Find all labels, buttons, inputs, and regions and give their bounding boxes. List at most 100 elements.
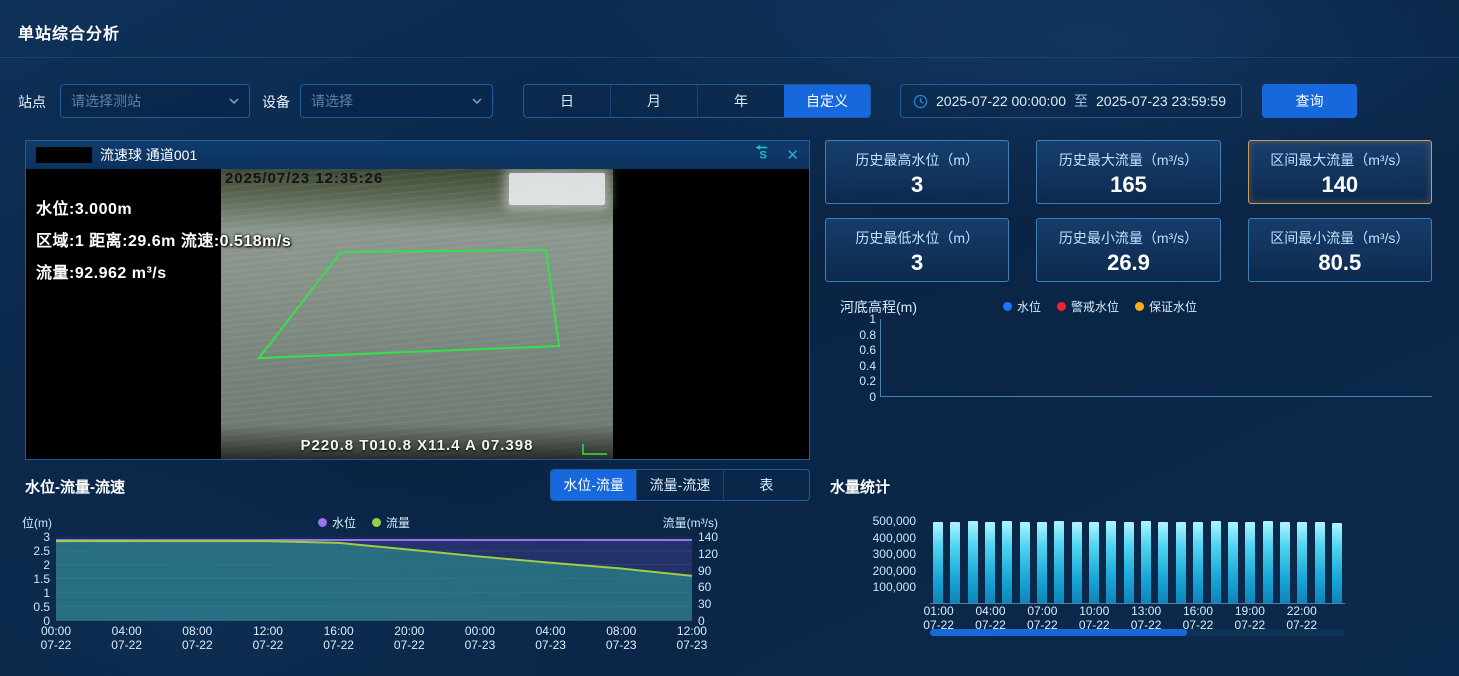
- single-station-analysis-page: 单站综合分析 站点 请选择测站 设备 请选择 日 月 年 自定义 2025-07…: [0, 0, 1459, 676]
- volume-bar[interactable]: [1176, 522, 1186, 603]
- station-label: 站点: [18, 92, 46, 112]
- volume-bar[interactable]: [1280, 522, 1290, 603]
- volume-bar[interactable]: [1228, 522, 1238, 603]
- volume-bar[interactable]: [968, 521, 978, 603]
- y-tick-label: 0.2: [859, 375, 876, 387]
- video-titlebar: 流速球 通道001 S ✕: [26, 141, 809, 169]
- volume-bar[interactable]: [1072, 522, 1082, 603]
- stat-value: 26.9: [1037, 250, 1219, 276]
- date-separator: 至: [1074, 91, 1088, 111]
- y-tick-label: 90: [698, 565, 711, 577]
- left-axis-name: 位(m): [22, 514, 52, 531]
- device-select[interactable]: 请选择: [300, 84, 493, 118]
- volume-bar[interactable]: [1245, 522, 1255, 603]
- date-range-picker[interactable]: 2025-07-22 00:00:00 至 2025-07-23 23:59:5…: [900, 84, 1242, 118]
- stat-card-history-max-flow: 历史最大流量（m³/s） 165: [1036, 140, 1220, 204]
- legend-item-water-level[interactable]: 水位: [318, 514, 356, 531]
- period-tabs: 日 月 年 自定义: [523, 84, 871, 118]
- legend-item-guaranteed-level[interactable]: 保证水位: [1135, 298, 1197, 315]
- x-axis-label: 00:0007-22: [34, 625, 78, 653]
- period-tab-custom[interactable]: 自定义: [784, 85, 870, 117]
- volume-bar[interactable]: [1089, 522, 1099, 603]
- volume-bar[interactable]: [1037, 522, 1047, 603]
- tab-table[interactable]: 表: [723, 470, 809, 500]
- stat-value: 3: [826, 250, 1008, 276]
- velocity-reading: 区域:1 距离:29.6m 流速:0.518m/s: [36, 227, 291, 251]
- x-axis-label: 12:0007-23: [670, 625, 714, 653]
- legend-dot: [1057, 302, 1066, 311]
- right-axis-name: 流量(m³/s): [663, 514, 718, 531]
- y-tick-label: 1: [43, 587, 50, 599]
- stat-card-interval-max-flow: 区间最大流量（m³/s） 140: [1248, 140, 1432, 204]
- wv-yticks: 500,000400,000300,000200,000100,000: [840, 518, 924, 604]
- legend-dot: [372, 518, 381, 527]
- y-tick-label: 0.8: [859, 329, 876, 341]
- y-tick-label: 60: [698, 581, 711, 593]
- close-icon[interactable]: ✕: [786, 148, 799, 163]
- volume-bar[interactable]: [950, 522, 960, 603]
- query-button[interactable]: 查询: [1262, 84, 1357, 118]
- volume-bar[interactable]: [1106, 521, 1116, 603]
- volume-bar[interactable]: [1297, 522, 1307, 603]
- tab-flow-velocity[interactable]: 流量-流速: [636, 470, 722, 500]
- scrollbar-thumb[interactable]: [930, 629, 1187, 636]
- stat-label: 历史最高水位（m）: [826, 150, 1008, 170]
- stat-label: 历史最低水位（m）: [826, 228, 1008, 248]
- blurred-watermark: [509, 173, 605, 205]
- stat-value: 3: [826, 172, 1008, 198]
- period-tab-month[interactable]: 月: [610, 85, 697, 117]
- legend-dot: [1135, 302, 1144, 311]
- legend-item-water-level[interactable]: 水位: [1003, 298, 1041, 315]
- riverbed-legend: 水位 警戒水位 保证水位: [1003, 298, 1197, 315]
- volume-bar[interactable]: [1020, 522, 1030, 603]
- stats-grid: 历史最高水位（m） 3 历史最大流量（m³/s） 165 区间最大流量（m³/s…: [825, 140, 1432, 282]
- stat-label: 历史最大流量（m³/s）: [1037, 150, 1219, 170]
- y-tick-label: 300,000: [873, 547, 916, 561]
- volume-bar[interactable]: [985, 522, 995, 603]
- water-volume-chart: 500,000400,000300,000200,000100,000 01:0…: [840, 505, 1440, 670]
- x-axis-label: 04:0007-22: [105, 625, 149, 653]
- period-tab-year[interactable]: 年: [697, 85, 784, 117]
- y-tick-label: 1.5: [33, 573, 50, 585]
- video-overlay-readings: 水位:3.000m 区域:1 距离:29.6m 流速:0.518m/s 流量:9…: [36, 195, 291, 283]
- x-axis-label: 00:0007-23: [458, 625, 502, 653]
- stream-capture-icon[interactable]: S: [754, 145, 772, 165]
- volume-bar[interactable]: [1054, 521, 1064, 603]
- x-axis-label: 04:0007-23: [529, 625, 573, 653]
- level-flow-plot: [56, 537, 692, 621]
- volume-bar[interactable]: [1211, 521, 1221, 603]
- volume-bar[interactable]: [1124, 522, 1134, 603]
- volume-bar[interactable]: [933, 522, 943, 603]
- period-tab-day[interactable]: 日: [524, 85, 610, 117]
- y-tick-label: 2.5: [33, 545, 50, 557]
- volume-bar[interactable]: [1263, 521, 1273, 603]
- video-timestamp: 2025/07/23 12:35:26: [225, 170, 383, 187]
- riverbed-plot: [880, 319, 1432, 397]
- stat-card-history-min-flow: 历史最小流量（m³/s） 26.9: [1036, 218, 1220, 282]
- y-tick-label: 0.6: [859, 344, 876, 356]
- stat-label: 区间最小流量（m³/s）: [1249, 228, 1431, 248]
- x-axis-label: 12:0007-22: [246, 625, 290, 653]
- legend-label: 水位: [332, 514, 356, 531]
- stat-value: 80.5: [1249, 250, 1431, 276]
- y-tick-label: 400,000: [873, 531, 916, 545]
- volume-bar[interactable]: [1141, 521, 1151, 603]
- lf-yticks-left: 32.521.510.50: [18, 531, 50, 627]
- legend-dot: [1003, 302, 1012, 311]
- legend-item-warning-level[interactable]: 警戒水位: [1057, 298, 1119, 315]
- volume-bar[interactable]: [1193, 522, 1203, 603]
- volume-bar[interactable]: [1332, 523, 1342, 603]
- y-tick-label: 120: [698, 548, 718, 560]
- volume-bar[interactable]: [1002, 521, 1012, 603]
- water-volume-section-title: 水量统计: [830, 476, 890, 497]
- volume-bar[interactable]: [1158, 522, 1168, 603]
- volume-bar[interactable]: [1315, 522, 1325, 603]
- device-select-placeholder: 请选择: [311, 91, 472, 111]
- data-zoom-scrollbar[interactable]: [930, 629, 1345, 636]
- video-osd-readout: P220.8 T010.8 X11.4 A 07.398: [221, 437, 613, 454]
- y-tick-label: 0: [869, 391, 876, 403]
- station-select[interactable]: 请选择测站: [60, 84, 250, 118]
- video-body: 2025/07/23 12:35:26 P220.8 T010.8 X11.4 …: [26, 169, 809, 459]
- tab-level-flow[interactable]: 水位-流量: [551, 470, 636, 500]
- legend-item-flow[interactable]: 流量: [372, 514, 410, 531]
